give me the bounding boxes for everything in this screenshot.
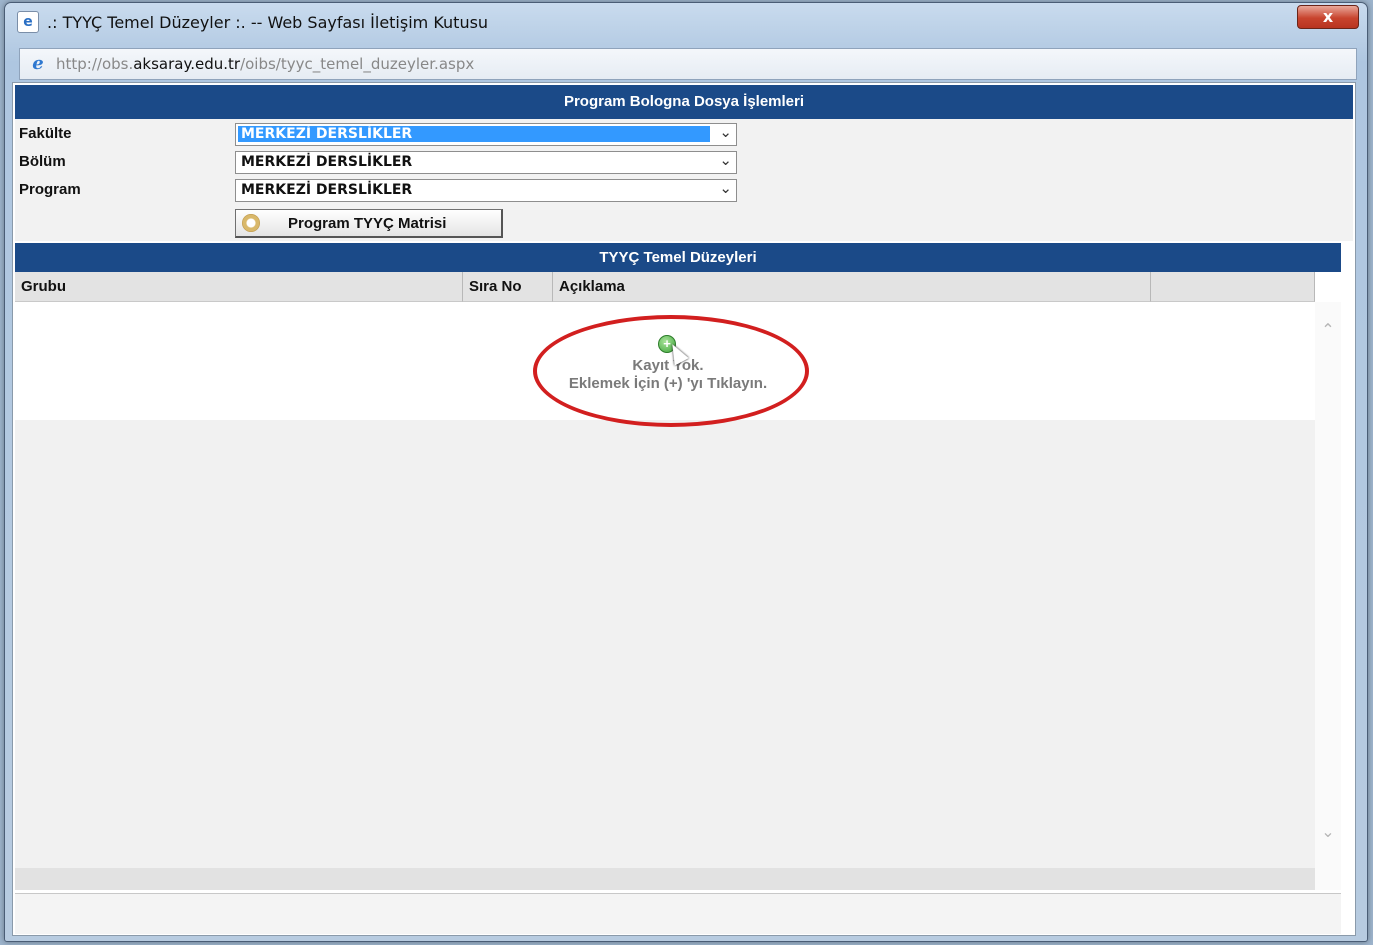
department-label: Bölüm (19, 153, 66, 170)
grid-title: TYYÇ Temel Düzeyleri (15, 243, 1341, 272)
column-header-empty (1151, 272, 1315, 302)
program-value: MERKEZİ DERSLİKLER (241, 182, 413, 198)
chevron-down-icon: ⌄ (719, 151, 732, 169)
close-button[interactable]: x (1297, 5, 1359, 29)
faculty-value: MERKEZİ DERSLİKLER (238, 126, 710, 142)
program-matrix-label: Program TYYÇ Matrisi (288, 215, 447, 232)
column-header-group[interactable]: Grubu (15, 272, 463, 302)
faculty-select[interactable]: MERKEZİ DERSLİKLER ⌄ (235, 123, 737, 146)
ie-icon: e (32, 53, 44, 74)
program-label: Program (19, 181, 81, 198)
department-value: MERKEZİ DERSLİKLER (241, 154, 413, 170)
vertical-scrollbar[interactable]: ⌃ ⌄ (1315, 302, 1341, 890)
ie-page-icon: e (17, 11, 39, 33)
program-matrix-button[interactable]: Program TYYÇ Matrisi (235, 209, 503, 238)
faculty-label: Fakülte (19, 125, 72, 142)
chevron-down-icon[interactable]: ⌄ (1319, 822, 1337, 841)
url-text: http://obs.aksaray.edu.tr/oibs/tyyc_teme… (56, 55, 475, 73)
chevron-down-icon: ⌄ (719, 179, 732, 197)
chevron-up-icon[interactable]: ⌃ (1319, 320, 1337, 339)
column-header-description[interactable]: Açıklama (553, 272, 1151, 302)
column-header-order[interactable]: Sıra No (463, 272, 553, 302)
filter-form: Fakülte MERKEZİ DERSLİKLER ⌄ Bölüm MERKE… (15, 119, 1353, 241)
department-select[interactable]: MERKEZİ DERSLİKLER ⌄ (235, 151, 737, 174)
chevron-down-icon: ⌄ (719, 123, 732, 141)
title-bar: e .: TYYÇ Temel Düzeyler :. -- Web Sayfa… (5, 3, 1367, 43)
window-title: .: TYYÇ Temel Düzeyler :. -- Web Sayfası… (47, 13, 489, 32)
program-select[interactable]: MERKEZİ DERSLİKLER ⌄ (235, 179, 737, 202)
page-content: Program Bologna Dosya İşlemleri Fakülte … (12, 82, 1356, 936)
annotation-ellipse (533, 315, 809, 427)
grid-footer (15, 868, 1315, 890)
dialog-footer (15, 893, 1341, 934)
gear-icon (242, 214, 260, 232)
address-bar: e http://obs.aksaray.edu.tr/oibs/tyyc_te… (19, 48, 1357, 80)
page-header: Program Bologna Dosya İşlemleri (15, 85, 1353, 119)
grid-filler (15, 420, 1315, 868)
